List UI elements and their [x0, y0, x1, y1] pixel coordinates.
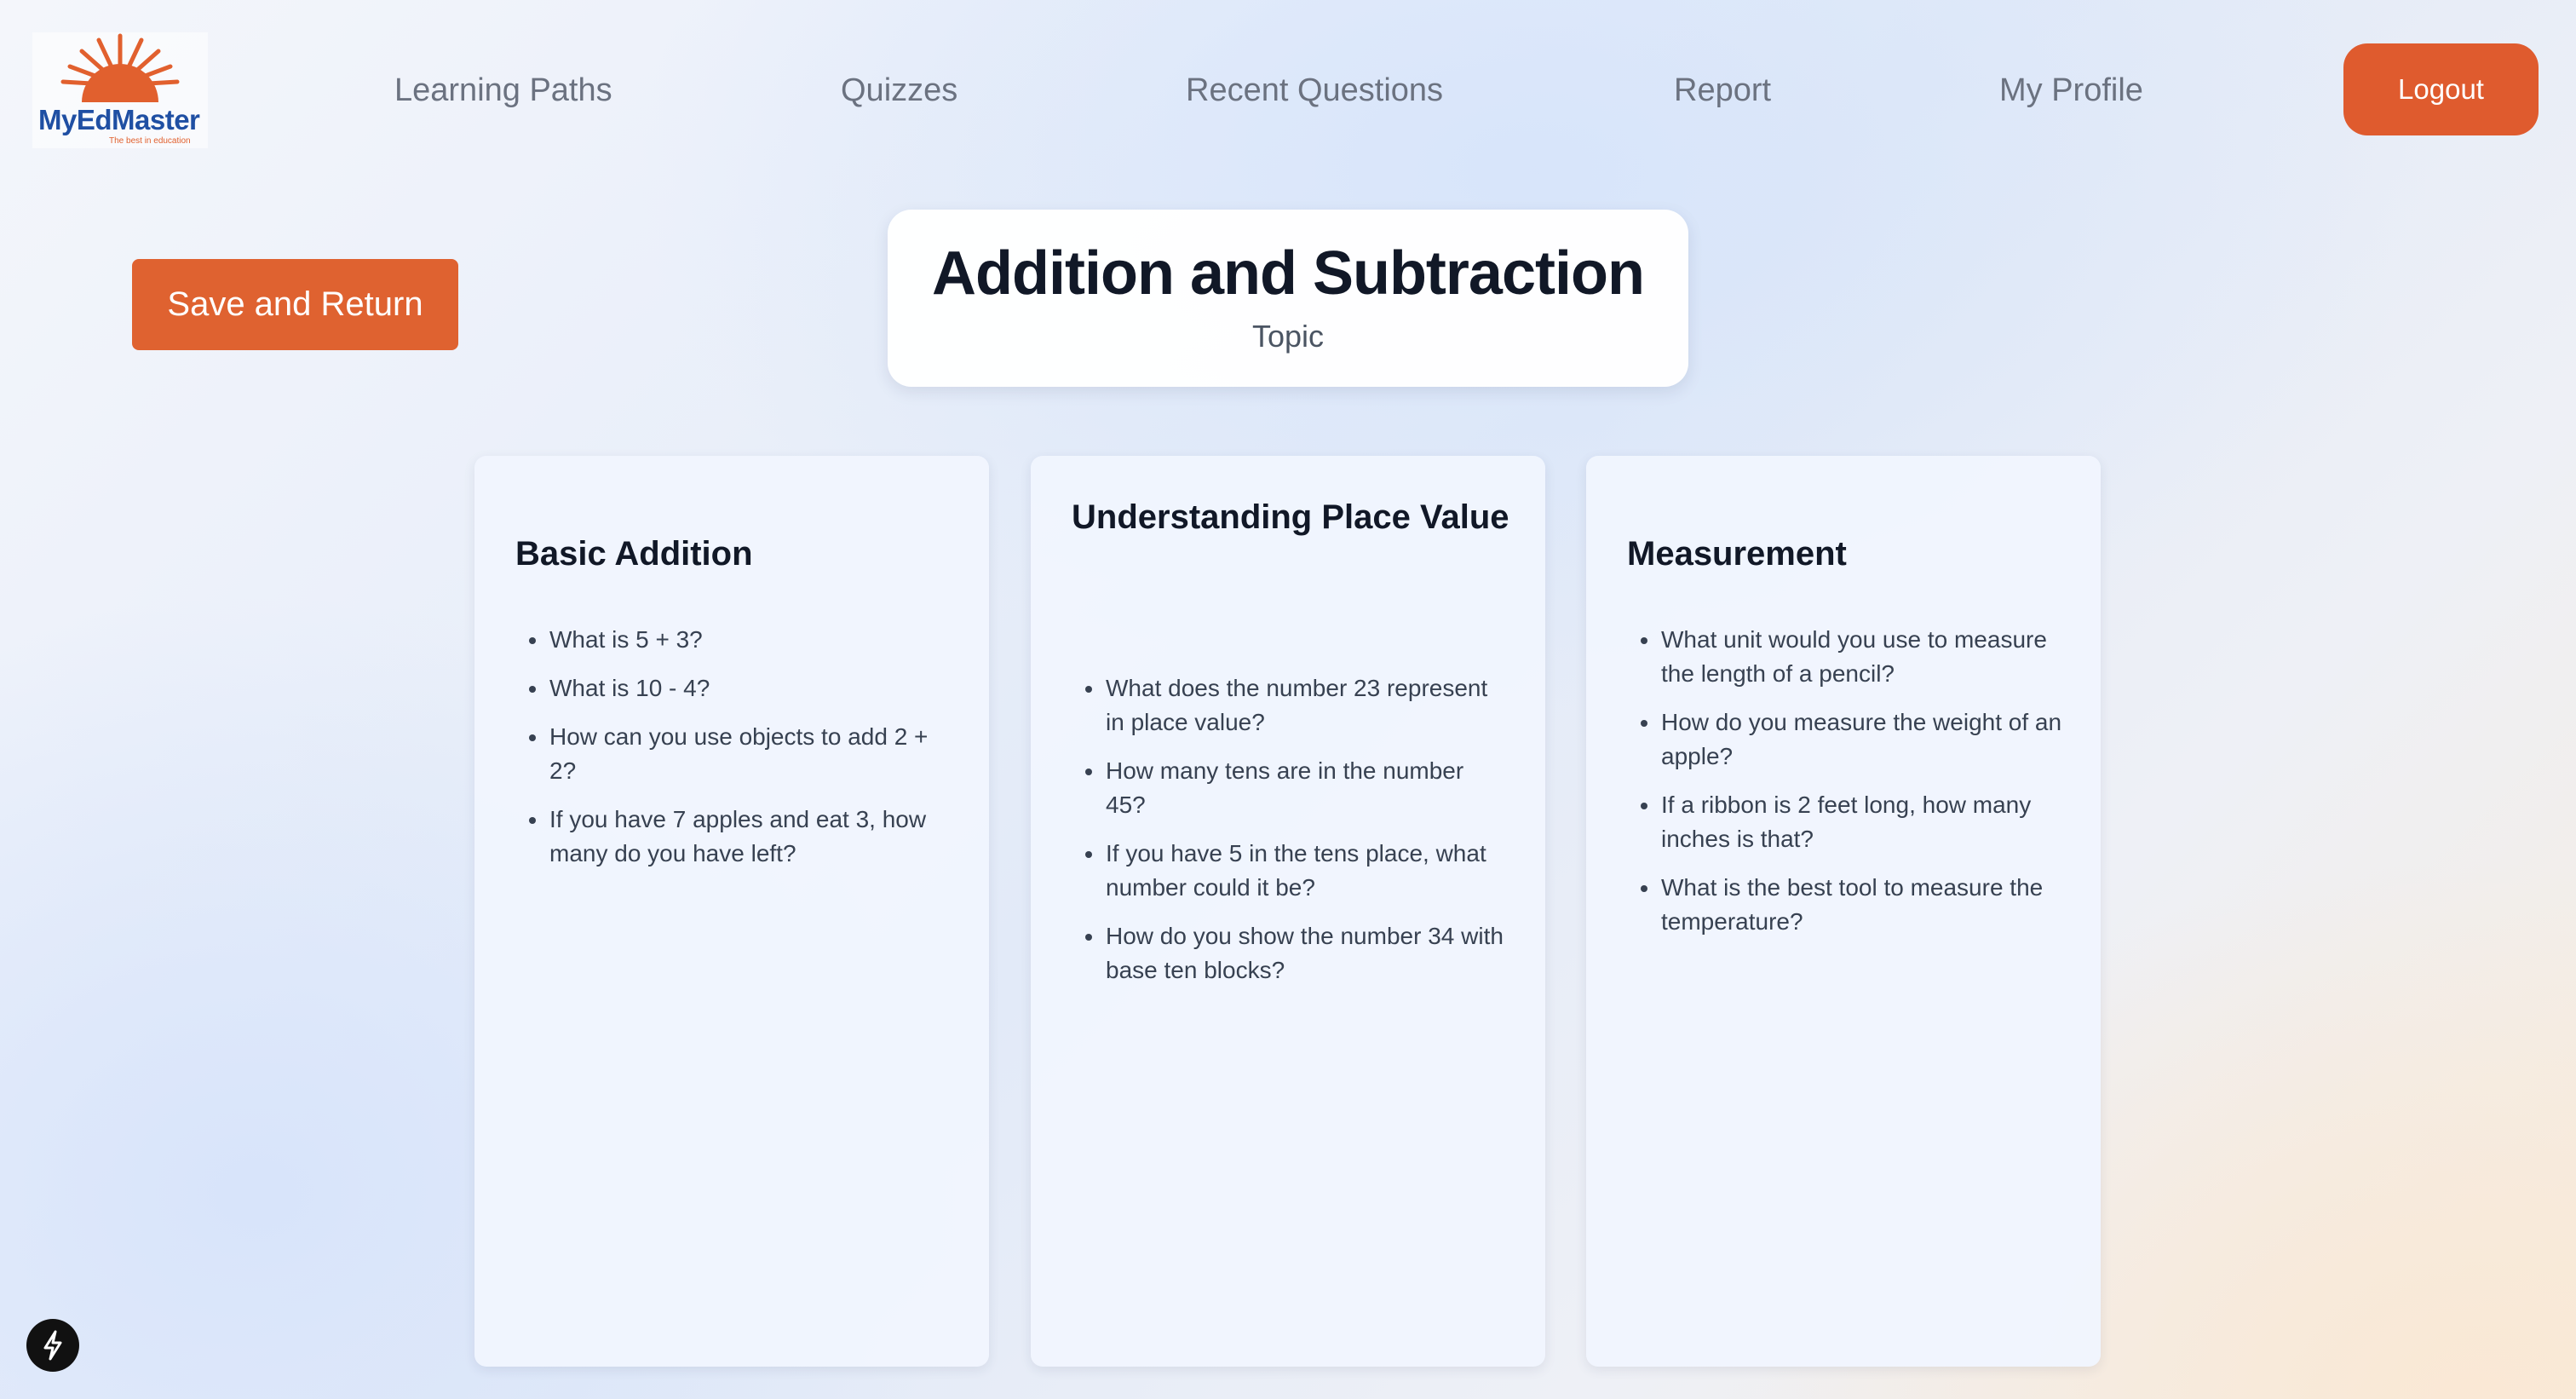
dev-tools-button[interactable] — [26, 1319, 79, 1372]
question-item: How do you measure the weight of an appl… — [1627, 705, 2063, 774]
question-item: If you have 7 apples and eat 3, how many… — [515, 803, 952, 871]
question-item: What is 10 - 4? — [515, 671, 952, 705]
brand-tagline: The best in education — [109, 136, 191, 146]
question-item: What does the number 23 represent in pla… — [1072, 671, 1508, 740]
lightning-bolt-icon — [43, 1330, 62, 1361]
question-list: What unit would you use to measure the l… — [1627, 623, 2063, 953]
nav-my-profile[interactable]: My Profile — [1999, 68, 2143, 112]
sun-logo-icon — [60, 33, 180, 102]
subtopic-title: Measurement — [1627, 535, 1847, 573]
topic-header-card: Addition and Subtraction Topic — [888, 210, 1688, 387]
question-item: How do you show the number 34 with base … — [1072, 919, 1508, 987]
topic-subtitle: Topic — [1251, 319, 1325, 354]
subtopic-title: Understanding Place Value — [1072, 498, 1509, 536]
question-item: How many tens are in the number 45? — [1072, 754, 1508, 822]
brand-name: MyEdMaster — [38, 104, 200, 135]
question-list: What does the number 23 represent in pla… — [1072, 671, 1508, 1002]
question-item: How can you use objects to add 2 + 2? — [515, 720, 952, 788]
question-item: What is the best tool to measure the tem… — [1627, 871, 2063, 939]
question-item: What is 5 + 3? — [515, 623, 952, 657]
nav-recent-questions[interactable]: Recent Questions — [1186, 68, 1443, 112]
nav-report[interactable]: Report — [1674, 68, 1771, 112]
question-item: What unit would you use to measure the l… — [1627, 623, 2063, 691]
subtopic-title: Basic Addition — [515, 535, 753, 573]
question-item: If a ribbon is 2 feet long, how many inc… — [1627, 788, 2063, 856]
logout-button[interactable]: Logout — [2343, 43, 2539, 135]
nav-quizzes[interactable]: Quizzes — [841, 68, 957, 112]
subtopic-card-measurement[interactable]: Measurement What unit would you use to m… — [1586, 456, 2101, 1367]
logo[interactable]: MyEdMaster The best in education — [32, 32, 208, 148]
question-item: If you have 5 in the tens place, what nu… — [1072, 837, 1508, 905]
question-list: What is 5 + 3? What is 10 - 4? How can y… — [515, 623, 952, 885]
save-and-return-button[interactable]: Save and Return — [132, 259, 458, 350]
subtopic-card-basic-addition[interactable]: Basic Addition What is 5 + 3? What is 10… — [474, 456, 989, 1367]
nav-learning-paths[interactable]: Learning Paths — [394, 68, 612, 112]
subtopic-card-place-value[interactable]: Understanding Place Value What does the … — [1031, 456, 1545, 1367]
topic-title: Addition and Subtraction — [932, 239, 1645, 308]
